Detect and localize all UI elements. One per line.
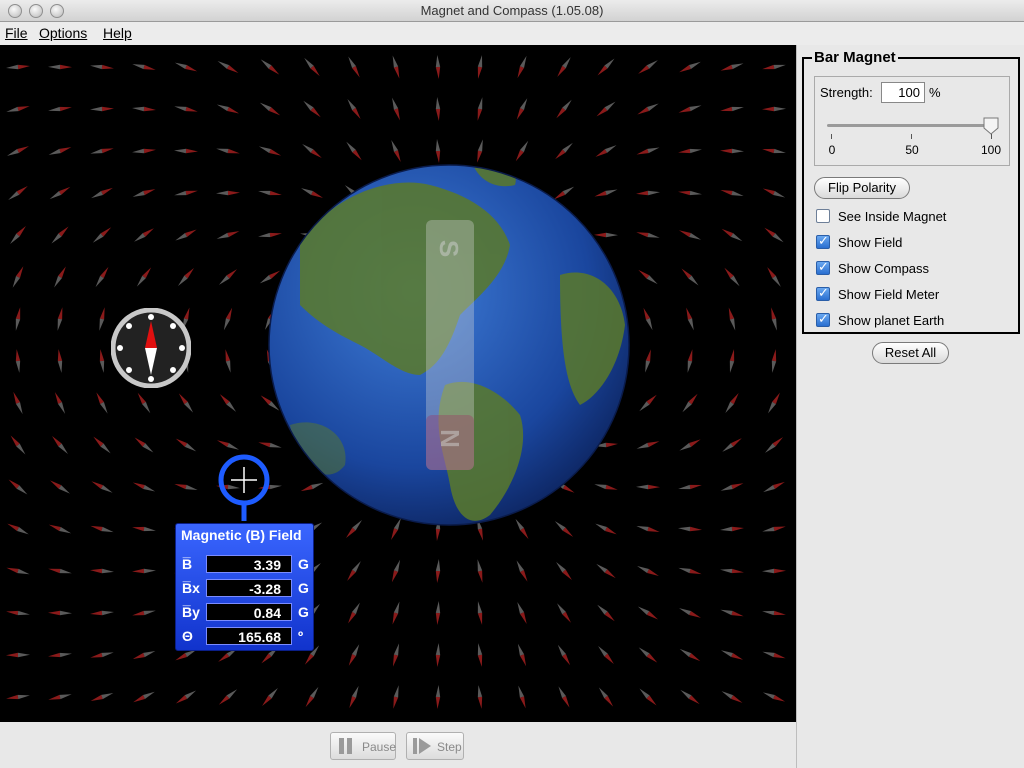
pause-icon	[339, 738, 352, 754]
menu-bar: File Options Help	[0, 22, 1024, 45]
slider-tick-label: 50	[905, 143, 919, 157]
flip-polarity-button[interactable]: Flip Polarity	[814, 177, 910, 199]
control-panel: Bar Magnet Strength: % 0 50 100 Flip Pol…	[796, 45, 1024, 768]
meter-label: B̅x	[182, 580, 200, 596]
reset-all-button[interactable]: Reset All	[872, 342, 949, 364]
strength-unit: %	[929, 85, 941, 100]
meter-unit: G	[298, 604, 309, 620]
window-title: Magnet and Compass (1.05.08)	[420, 3, 604, 18]
slider-tick-label: 0	[828, 143, 836, 157]
meter-unit: º	[298, 628, 304, 644]
pause-label: Pause	[362, 740, 397, 754]
minimize-window-button[interactable]	[29, 4, 43, 18]
meter-value: 0.84	[206, 603, 292, 621]
step-icon	[413, 738, 431, 754]
simulation-canvas[interactable]: S N Magnetic (B) Field B̅ 3.39 G B̅x -3.…	[0, 45, 796, 722]
meter-value: 165.68	[206, 627, 292, 645]
checkbox-label: See Inside Magnet	[838, 209, 947, 224]
checkbox-label: Show Field	[838, 235, 903, 250]
slider-tick-label: 100	[980, 143, 1002, 157]
magnet-south-label: S	[434, 239, 465, 258]
meter-value: 3.39	[206, 555, 292, 573]
playback-bar: Pause Step	[0, 722, 796, 768]
meter-label: B̅y	[182, 604, 200, 620]
checkbox-label: Show Compass	[838, 261, 930, 276]
meter-unit: G	[298, 556, 309, 572]
checkbox-label: Show planet Earth	[838, 313, 945, 328]
meter-unit: G	[298, 580, 309, 596]
field-meter-probe[interactable]	[214, 451, 274, 521]
menu-file[interactable]: File	[5, 22, 28, 45]
slider-tick	[991, 134, 992, 139]
checkbox-label: Show Field Meter	[838, 287, 940, 302]
step-label: Step	[437, 740, 462, 754]
pause-button[interactable]: Pause	[330, 732, 396, 760]
strength-control: Strength: % 0 50 100	[814, 76, 1010, 166]
strength-slider-track[interactable]	[827, 124, 995, 127]
meter-label: B̅	[182, 556, 193, 572]
compass[interactable]	[111, 308, 191, 388]
strength-label: Strength:	[820, 85, 873, 100]
menu-options[interactable]: Options	[39, 22, 87, 45]
checkbox-box[interactable]	[816, 259, 830, 275]
checkbox-box[interactable]	[816, 209, 830, 223]
step-button[interactable]: Step	[406, 732, 464, 760]
group-title: Bar Magnet	[812, 49, 898, 66]
menu-help[interactable]: Help	[103, 22, 132, 45]
checkbox-box[interactable]	[816, 285, 830, 301]
bar-magnet-group: Bar Magnet Strength: % 0 50 100 Flip Pol…	[802, 49, 1020, 334]
slider-tick	[911, 134, 912, 139]
meter-label: Θ	[182, 628, 193, 644]
meter-value: -3.28	[206, 579, 292, 597]
strength-slider-thumb[interactable]	[983, 117, 999, 135]
field-meter-title: Magnetic (B) Field	[181, 527, 302, 543]
checkbox-box[interactable]	[816, 311, 830, 327]
close-window-button[interactable]	[8, 4, 22, 18]
slider-tick	[831, 134, 832, 139]
checkbox-box[interactable]	[816, 233, 830, 249]
field-meter[interactable]: Magnetic (B) Field B̅ 3.39 G B̅x -3.28 G…	[175, 523, 314, 651]
strength-input[interactable]	[881, 82, 925, 103]
zoom-window-button[interactable]	[50, 4, 64, 18]
title-bar: Magnet and Compass (1.05.08)	[0, 0, 1024, 22]
magnet-north-label: N	[434, 429, 465, 448]
